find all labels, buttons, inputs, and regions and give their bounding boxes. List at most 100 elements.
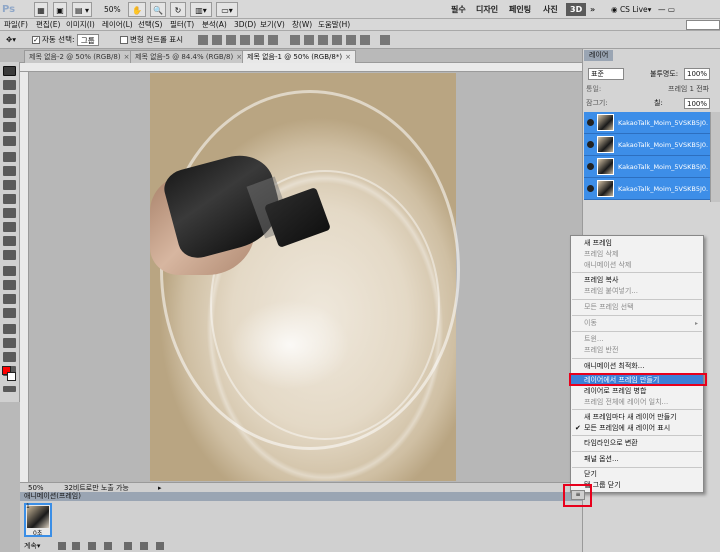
workspace-design[interactable]: 디자인 <box>476 0 498 19</box>
next-frame-icon[interactable] <box>104 542 112 550</box>
blend-mode-dropdown[interactable]: 표준 <box>588 68 624 80</box>
align-bottom-icon[interactable] <box>226 35 236 45</box>
distribute-top-icon[interactable] <box>290 35 300 45</box>
workspace-photography[interactable]: 사진 <box>543 0 558 19</box>
auto-select-option[interactable]: ✓ 자동 선택: 그룹 <box>32 33 99 47</box>
transform-controls-option[interactable]: 변형 컨트롤 표시 <box>120 33 183 47</box>
window-controls[interactable]: — ▭ ✕ <box>658 2 682 29</box>
menu-file[interactable]: 파일(F) <box>4 19 28 31</box>
layer-row[interactable]: KakaoTalk_Moim_5VSKB5J0... <box>584 156 710 178</box>
play-icon[interactable] <box>88 542 96 550</box>
crop-tool-icon[interactable] <box>3 122 16 132</box>
layer-row[interactable]: KakaoTalk_Moim_5VSKB5J0... <box>584 134 710 156</box>
menu-item-new-frame[interactable]: 새 프레임 <box>571 238 703 249</box>
menu-item-flatten-frames-into-layers[interactable]: 레이어로 프레임 병합 <box>571 386 703 397</box>
menu-edit[interactable]: 편집(E) <box>36 19 60 31</box>
propagate-frame-checkbox[interactable]: 프레임 1 전파 <box>668 84 709 94</box>
layer-row[interactable]: KakaoTalk_Moim_5VSKB5J0... <box>584 112 710 134</box>
quick-select-tool-icon[interactable] <box>3 108 16 118</box>
menu-item-delete-frame[interactable]: 프레임 삭제 <box>571 249 703 260</box>
align-vcenter-icon[interactable] <box>212 35 222 45</box>
eye-icon[interactable] <box>587 141 594 148</box>
menu-analysis[interactable]: 분석(A) <box>202 19 227 31</box>
menu-window[interactable]: 창(W) <box>292 19 312 31</box>
menu-item-new-layer-each-frame[interactable]: 새 프레임마다 새 레이어 만들기 <box>571 412 703 423</box>
align-hcenter-icon[interactable] <box>254 35 264 45</box>
mini-bridge-button[interactable]: ▣ <box>53 2 67 17</box>
eye-icon[interactable] <box>587 185 594 192</box>
menu-item-optimize-animation[interactable]: 애니메이션 최적화... <box>571 361 703 372</box>
eye-icon[interactable] <box>587 163 594 170</box>
tween-icon[interactable] <box>124 542 132 550</box>
menu-filter[interactable]: 필터(T) <box>170 19 194 31</box>
bridge-button[interactable]: ▦ <box>34 2 48 17</box>
menu-item-new-layers-visible-all-frames[interactable]: ✔ 모든 프레임에 새 레이어 표시 <box>571 423 703 434</box>
tab-document-1[interactable]: 제목 없음-1 @ 50% (RGB/8*) × <box>242 50 356 63</box>
rotate-view-icon[interactable]: ↻ <box>170 2 186 17</box>
3d-camera-tool-icon[interactable] <box>3 338 16 348</box>
workspace-3d[interactable]: 3D <box>566 3 587 16</box>
search-input[interactable] <box>686 20 720 30</box>
menu-item-panel-options[interactable]: 패널 옵션... <box>571 454 703 465</box>
healing-brush-icon[interactable] <box>3 152 16 162</box>
menu-view[interactable]: 보기(V) <box>260 19 285 31</box>
menu-item-match-layer-across-frames[interactable]: 프레임 전체에 레이어 일치... <box>571 397 703 408</box>
lasso-tool-icon[interactable] <box>3 94 16 104</box>
auto-align-icon[interactable] <box>380 35 390 45</box>
menu-item-convert-to-timeline[interactable]: 타임라인으로 변환 <box>571 438 703 449</box>
hand-tool-icon[interactable] <box>3 352 16 362</box>
frame-delay[interactable]: 0초 <box>33 528 42 537</box>
shape-tool-icon[interactable] <box>3 308 16 318</box>
distribute-left-icon[interactable] <box>332 35 342 45</box>
auto-select-checkbox[interactable]: ✓ <box>32 36 40 44</box>
distribute-right-icon[interactable] <box>360 35 370 45</box>
distribute-hcenter-icon[interactable] <box>346 35 356 45</box>
opacity-input[interactable]: 100% <box>684 68 710 80</box>
menu-item-select-all-frames[interactable]: 모든 프레임 선택 <box>571 302 703 313</box>
close-icon[interactable]: × <box>345 53 351 61</box>
first-frame-icon[interactable] <box>58 542 66 550</box>
menu-help[interactable]: 도움말(H) <box>318 19 350 31</box>
tab-document-5[interactable]: 제목 없음-5 @ 84.4% (RGB/8) × <box>130 50 248 63</box>
eye-icon[interactable] <box>587 119 594 126</box>
gradient-tool-icon[interactable] <box>3 222 16 232</box>
align-top-icon[interactable] <box>198 35 208 45</box>
dodge-tool-icon[interactable] <box>3 250 16 260</box>
menu-item-copy-frame[interactable]: 프레임 복사 <box>571 275 703 286</box>
align-right-icon[interactable] <box>268 35 278 45</box>
menu-item-close[interactable]: 닫기 <box>571 469 703 480</box>
layer-row[interactable]: KakaoTalk_Moim_5VSKB5J0... <box>584 178 710 200</box>
marquee-tool-icon[interactable] <box>3 80 16 90</box>
distribute-vcenter-icon[interactable] <box>304 35 314 45</box>
path-select-tool-icon[interactable] <box>3 294 16 304</box>
quick-mask-icon[interactable] <box>3 386 16 392</box>
arrange-documents-button[interactable]: ▥▾ <box>190 2 212 17</box>
loop-options[interactable]: 계속▾ <box>24 541 40 551</box>
close-icon[interactable]: × <box>124 53 130 61</box>
cslive-button[interactable]: ◉ CS Live▾ <box>611 2 651 17</box>
duplicate-frame-icon[interactable] <box>140 542 148 550</box>
move-tool-icon[interactable] <box>3 66 16 76</box>
menu-item-delete-animation[interactable]: 애니메이션 삭제 <box>571 260 703 271</box>
history-brush-icon[interactable] <box>3 194 16 204</box>
move-tool-icon[interactable]: ✥▾ <box>6 33 16 47</box>
layers-tab[interactable]: 레이어 <box>584 50 614 61</box>
eyedropper-tool-icon[interactable] <box>3 136 16 146</box>
distribute-bottom-icon[interactable] <box>318 35 328 45</box>
layers-scrollbar[interactable] <box>710 112 720 202</box>
type-tool-icon[interactable] <box>3 280 16 290</box>
view-extras-button[interactable]: ▤ ▾ <box>72 2 92 17</box>
blur-tool-icon[interactable] <box>3 236 16 246</box>
background-color-swatch[interactable] <box>7 372 16 381</box>
menu-layer[interactable]: 레이어(L) <box>102 19 133 31</box>
menu-select[interactable]: 선택(S) <box>138 19 162 31</box>
menu-item-reverse-frames[interactable]: 프레임 반전 <box>571 345 703 356</box>
menu-item-paste-frame[interactable]: 프레임 붙여넣기... <box>571 286 703 297</box>
tab-document-2[interactable]: 제목 없음-2 @ 50% (RGB/8) × <box>24 50 135 63</box>
animation-panel-title[interactable]: 애니메이션(프레임) <box>24 492 81 501</box>
clone-stamp-icon[interactable] <box>3 180 16 190</box>
zoom-level[interactable]: 50% <box>104 0 121 19</box>
menu-image[interactable]: 이미지(I) <box>66 19 95 31</box>
menu-item-tween[interactable]: 트윈... <box>571 334 703 345</box>
pen-tool-icon[interactable] <box>3 266 16 276</box>
